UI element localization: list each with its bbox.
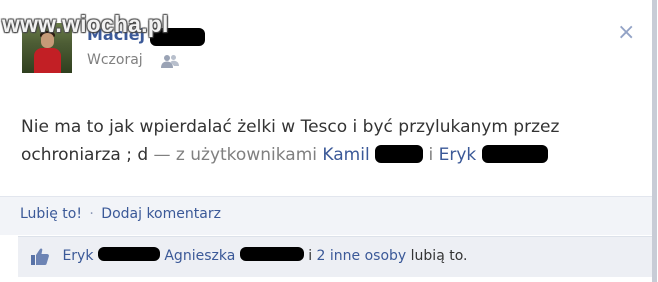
tagged-user-kamil[interactable]: Kamil [322,145,369,165]
post-body: Nie ma to jak wpierdalać żelki w Tesco i… [21,113,621,169]
friends-icon[interactable] [161,54,179,68]
likes-summary: Eryk Agnieszka i 2 inne osoby lubią to. [32,246,467,266]
watermark: www.wiocha.pl [2,11,169,37]
like-link[interactable]: Lubię to! [20,206,82,222]
tagged-user-eryk[interactable]: Eryk [439,145,477,165]
conjunction: i [428,145,434,165]
redaction-mark [375,145,424,163]
avatar-shirt [34,48,61,73]
redaction-mark [97,247,160,261]
likes-suffix: lubią to. [410,248,468,264]
redaction-mark [239,247,304,261]
post-actions: Lubię to! · Dodaj komentarz [20,205,221,223]
post-timestamp[interactable]: Wczoraj [87,50,143,70]
liker-agnieszka[interactable]: Agnieszka [164,248,235,264]
with-users-label: — z użytkownikami [153,145,317,165]
separator: · [89,206,94,222]
others-link[interactable]: 2 inne osoby [317,248,407,264]
comment-link[interactable]: Dodaj komentarz [101,206,221,222]
liker-eryk[interactable]: Eryk [62,248,93,264]
redaction-mark [481,145,548,163]
likes-conjunction: i [308,248,313,264]
close-icon[interactable]: × [617,21,635,45]
